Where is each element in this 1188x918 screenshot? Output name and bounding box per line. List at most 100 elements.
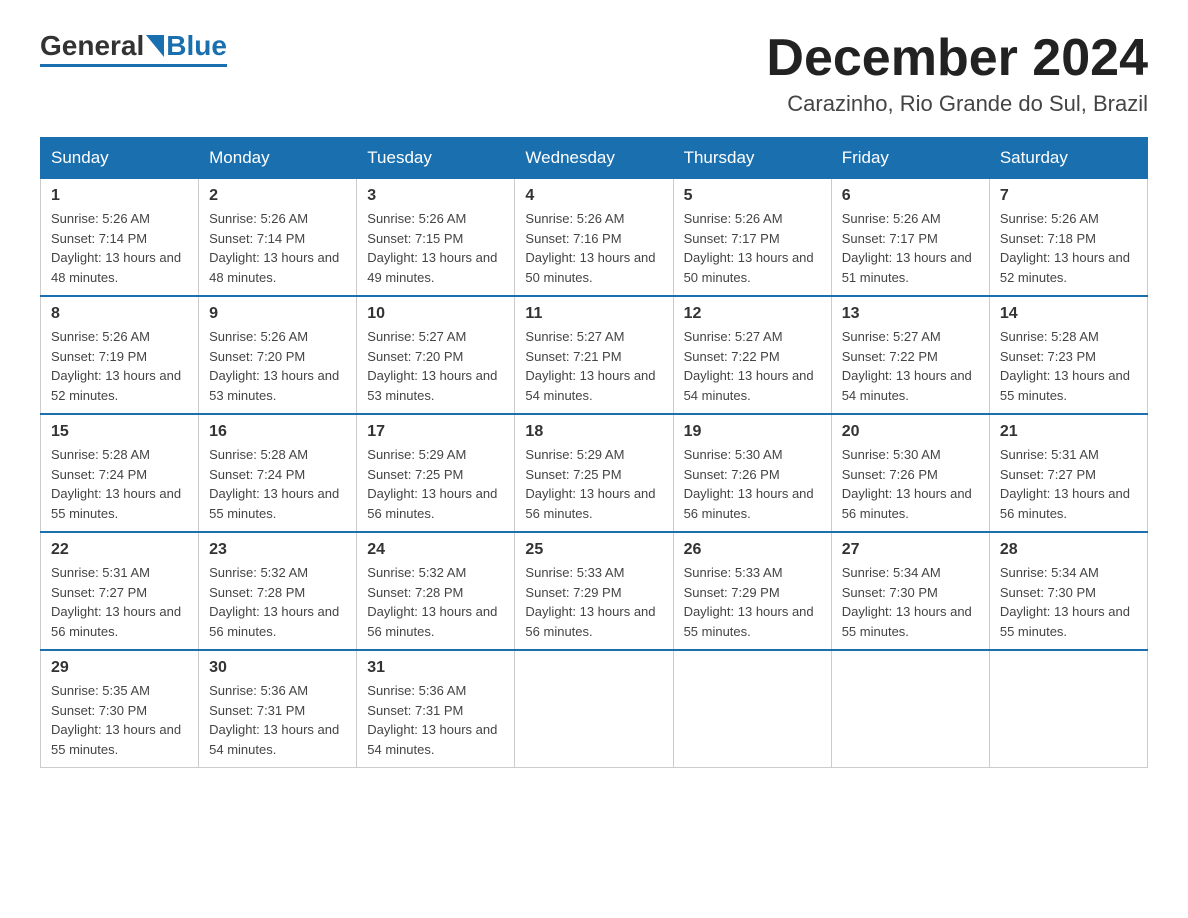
calendar-cell: 17 Sunrise: 5:29 AM Sunset: 7:25 PM Dayl… <box>357 414 515 532</box>
calendar-cell: 27 Sunrise: 5:34 AM Sunset: 7:30 PM Dayl… <box>831 532 989 650</box>
title-block: December 2024 Carazinho, Rio Grande do S… <box>766 30 1148 117</box>
day-number: 24 <box>367 541 504 559</box>
calendar-week-row: 22 Sunrise: 5:31 AM Sunset: 7:27 PM Dayl… <box>41 532 1148 650</box>
day-number: 20 <box>842 423 979 441</box>
day-info: Sunrise: 5:26 AM Sunset: 7:16 PM Dayligh… <box>525 209 662 287</box>
header-saturday: Saturday <box>989 138 1147 179</box>
calendar-week-row: 8 Sunrise: 5:26 AM Sunset: 7:19 PM Dayli… <box>41 296 1148 414</box>
day-info: Sunrise: 5:26 AM Sunset: 7:14 PM Dayligh… <box>51 209 188 287</box>
logo: General Blue <box>40 30 227 67</box>
header-thursday: Thursday <box>673 138 831 179</box>
day-number: 30 <box>209 659 346 677</box>
day-info: Sunrise: 5:36 AM Sunset: 7:31 PM Dayligh… <box>209 681 346 759</box>
day-number: 7 <box>1000 187 1137 205</box>
day-number: 15 <box>51 423 188 441</box>
day-info: Sunrise: 5:26 AM Sunset: 7:14 PM Dayligh… <box>209 209 346 287</box>
calendar-cell: 5 Sunrise: 5:26 AM Sunset: 7:17 PM Dayli… <box>673 179 831 297</box>
day-number: 28 <box>1000 541 1137 559</box>
day-number: 29 <box>51 659 188 677</box>
calendar-week-row: 29 Sunrise: 5:35 AM Sunset: 7:30 PM Dayl… <box>41 650 1148 768</box>
calendar-cell: 3 Sunrise: 5:26 AM Sunset: 7:15 PM Dayli… <box>357 179 515 297</box>
day-info: Sunrise: 5:34 AM Sunset: 7:30 PM Dayligh… <box>842 563 979 641</box>
calendar-cell: 31 Sunrise: 5:36 AM Sunset: 7:31 PM Dayl… <box>357 650 515 768</box>
day-number: 17 <box>367 423 504 441</box>
day-number: 21 <box>1000 423 1137 441</box>
day-number: 26 <box>684 541 821 559</box>
day-number: 3 <box>367 187 504 205</box>
day-info: Sunrise: 5:32 AM Sunset: 7:28 PM Dayligh… <box>367 563 504 641</box>
calendar-cell: 20 Sunrise: 5:30 AM Sunset: 7:26 PM Dayl… <box>831 414 989 532</box>
calendar-week-row: 1 Sunrise: 5:26 AM Sunset: 7:14 PM Dayli… <box>41 179 1148 297</box>
calendar-cell <box>989 650 1147 768</box>
day-number: 8 <box>51 305 188 323</box>
calendar-cell: 11 Sunrise: 5:27 AM Sunset: 7:21 PM Dayl… <box>515 296 673 414</box>
day-info: Sunrise: 5:26 AM Sunset: 7:15 PM Dayligh… <box>367 209 504 287</box>
calendar-cell: 24 Sunrise: 5:32 AM Sunset: 7:28 PM Dayl… <box>357 532 515 650</box>
day-number: 14 <box>1000 305 1137 323</box>
calendar-cell: 26 Sunrise: 5:33 AM Sunset: 7:29 PM Dayl… <box>673 532 831 650</box>
day-info: Sunrise: 5:33 AM Sunset: 7:29 PM Dayligh… <box>525 563 662 641</box>
day-info: Sunrise: 5:27 AM Sunset: 7:20 PM Dayligh… <box>367 327 504 405</box>
day-info: Sunrise: 5:28 AM Sunset: 7:23 PM Dayligh… <box>1000 327 1137 405</box>
calendar-cell: 23 Sunrise: 5:32 AM Sunset: 7:28 PM Dayl… <box>199 532 357 650</box>
calendar-header-row: SundayMondayTuesdayWednesdayThursdayFrid… <box>41 138 1148 179</box>
day-info: Sunrise: 5:29 AM Sunset: 7:25 PM Dayligh… <box>525 445 662 523</box>
calendar-cell: 1 Sunrise: 5:26 AM Sunset: 7:14 PM Dayli… <box>41 179 199 297</box>
day-number: 1 <box>51 187 188 205</box>
day-info: Sunrise: 5:26 AM Sunset: 7:19 PM Dayligh… <box>51 327 188 405</box>
calendar-cell: 14 Sunrise: 5:28 AM Sunset: 7:23 PM Dayl… <box>989 296 1147 414</box>
day-number: 4 <box>525 187 662 205</box>
header-sunday: Sunday <box>41 138 199 179</box>
day-info: Sunrise: 5:28 AM Sunset: 7:24 PM Dayligh… <box>209 445 346 523</box>
day-number: 22 <box>51 541 188 559</box>
location-text: Carazinho, Rio Grande do Sul, Brazil <box>766 91 1148 117</box>
calendar-cell: 2 Sunrise: 5:26 AM Sunset: 7:14 PM Dayli… <box>199 179 357 297</box>
day-number: 11 <box>525 305 662 323</box>
day-info: Sunrise: 5:26 AM Sunset: 7:18 PM Dayligh… <box>1000 209 1137 287</box>
logo-blue-text: Blue <box>166 30 227 62</box>
day-info: Sunrise: 5:27 AM Sunset: 7:22 PM Dayligh… <box>842 327 979 405</box>
calendar-week-row: 15 Sunrise: 5:28 AM Sunset: 7:24 PM Dayl… <box>41 414 1148 532</box>
calendar-cell: 30 Sunrise: 5:36 AM Sunset: 7:31 PM Dayl… <box>199 650 357 768</box>
calendar-cell: 22 Sunrise: 5:31 AM Sunset: 7:27 PM Dayl… <box>41 532 199 650</box>
calendar-cell: 9 Sunrise: 5:26 AM Sunset: 7:20 PM Dayli… <box>199 296 357 414</box>
day-number: 25 <box>525 541 662 559</box>
logo-general-text: General <box>40 30 144 62</box>
calendar-cell: 18 Sunrise: 5:29 AM Sunset: 7:25 PM Dayl… <box>515 414 673 532</box>
logo-underline <box>40 64 227 67</box>
day-number: 6 <box>842 187 979 205</box>
header-friday: Friday <box>831 138 989 179</box>
day-info: Sunrise: 5:33 AM Sunset: 7:29 PM Dayligh… <box>684 563 821 641</box>
day-number: 9 <box>209 305 346 323</box>
day-info: Sunrise: 5:35 AM Sunset: 7:30 PM Dayligh… <box>51 681 188 759</box>
calendar-cell: 6 Sunrise: 5:26 AM Sunset: 7:17 PM Dayli… <box>831 179 989 297</box>
day-info: Sunrise: 5:29 AM Sunset: 7:25 PM Dayligh… <box>367 445 504 523</box>
day-number: 31 <box>367 659 504 677</box>
day-number: 2 <box>209 187 346 205</box>
day-info: Sunrise: 5:28 AM Sunset: 7:24 PM Dayligh… <box>51 445 188 523</box>
day-number: 18 <box>525 423 662 441</box>
calendar-cell: 19 Sunrise: 5:30 AM Sunset: 7:26 PM Dayl… <box>673 414 831 532</box>
calendar-cell: 15 Sunrise: 5:28 AM Sunset: 7:24 PM Dayl… <box>41 414 199 532</box>
day-info: Sunrise: 5:27 AM Sunset: 7:21 PM Dayligh… <box>525 327 662 405</box>
calendar-cell: 13 Sunrise: 5:27 AM Sunset: 7:22 PM Dayl… <box>831 296 989 414</box>
day-info: Sunrise: 5:30 AM Sunset: 7:26 PM Dayligh… <box>684 445 821 523</box>
day-number: 10 <box>367 305 504 323</box>
month-title: December 2024 <box>766 30 1148 87</box>
calendar-table: SundayMondayTuesdayWednesdayThursdayFrid… <box>40 137 1148 768</box>
header-monday: Monday <box>199 138 357 179</box>
day-number: 23 <box>209 541 346 559</box>
header-wednesday: Wednesday <box>515 138 673 179</box>
calendar-cell: 4 Sunrise: 5:26 AM Sunset: 7:16 PM Dayli… <box>515 179 673 297</box>
calendar-cell <box>831 650 989 768</box>
calendar-cell: 29 Sunrise: 5:35 AM Sunset: 7:30 PM Dayl… <box>41 650 199 768</box>
day-number: 12 <box>684 305 821 323</box>
day-number: 19 <box>684 423 821 441</box>
calendar-cell: 28 Sunrise: 5:34 AM Sunset: 7:30 PM Dayl… <box>989 532 1147 650</box>
calendar-cell: 25 Sunrise: 5:33 AM Sunset: 7:29 PM Dayl… <box>515 532 673 650</box>
page-header: General Blue December 2024 Carazinho, Ri… <box>40 30 1148 117</box>
day-info: Sunrise: 5:31 AM Sunset: 7:27 PM Dayligh… <box>1000 445 1137 523</box>
day-info: Sunrise: 5:32 AM Sunset: 7:28 PM Dayligh… <box>209 563 346 641</box>
day-number: 27 <box>842 541 979 559</box>
day-info: Sunrise: 5:30 AM Sunset: 7:26 PM Dayligh… <box>842 445 979 523</box>
